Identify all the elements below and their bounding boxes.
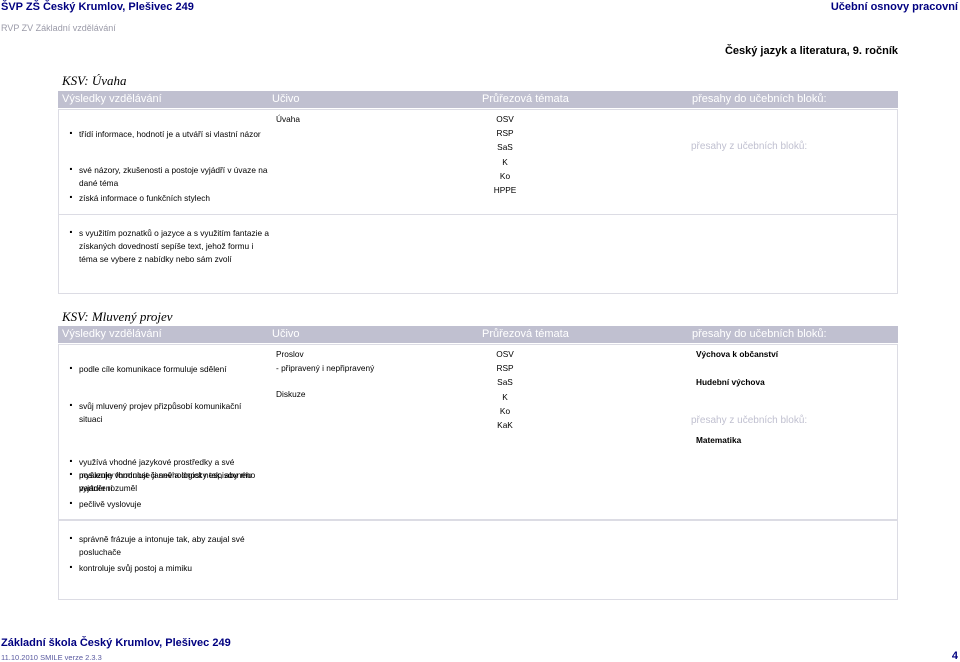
theme-item: Ko: [499, 171, 511, 181]
list-item: .s využitím poznatků o jazyce a s využit…: [69, 220, 269, 264]
col-prurezova: Průřezová témata: [482, 328, 569, 340]
col-prurezova: Průřezová témata: [482, 93, 569, 105]
list-item: . třídí informace, hodnotí je a utváří si…: [69, 121, 261, 139]
theme-item: SaS: [497, 142, 513, 152]
presahy-do-item: Hudební výchova: [696, 377, 765, 387]
col-ucivo: Učivo: [272, 93, 300, 105]
page-number: 4: [951, 650, 958, 662]
theme-item: HPPE: [493, 185, 517, 195]
col-presahy-do: přesahy do učebních bloků:: [692, 93, 827, 105]
section-title-mluveny-projev: KSV: Mluvený projev: [62, 309, 173, 324]
header-school-name: ŠVP ZŠ Český Krumlov, Plešivec 249: [1, 1, 194, 13]
theme-item: KaK: [497, 420, 513, 430]
theme-item: RSP: [496, 128, 514, 138]
col-vysledky: Výsledky vzdělávání: [62, 328, 162, 340]
theme-item: Ko: [499, 406, 511, 416]
footer-date-version: 11.10.2010 SMILE verze 2.3.3: [1, 653, 102, 662]
section2-extra-panel: . správně frázuje a intonuje tak, aby zau…: [58, 520, 898, 600]
theme-item: OSV: [496, 349, 514, 359]
theme-item: RSP: [496, 363, 514, 373]
column-header-bar: Výsledky vzdělávání Učivo Průřezová téma…: [58, 326, 898, 343]
section1-main-panel: . třídí informace, hodnotí je a utváří si…: [58, 109, 898, 215]
section1-extra-panel: .s využitím poznatků o jazyce a s využit…: [58, 214, 898, 294]
theme-item: SaS: [497, 377, 513, 387]
section-title-uvaha: KSV: Úvaha: [62, 73, 127, 88]
subject-title: Český jazyk a literatura, 9. ročník: [724, 45, 898, 57]
col-presahy-do: přesahy do učebních bloků:: [692, 328, 827, 340]
ucivo-item: Diskuze: [276, 389, 306, 399]
ucivo-item: Proslov: [276, 349, 304, 359]
list-item: . podle cíle komunikace formuluje sdělení: [69, 356, 227, 374]
list-item: . kontroluje svůj postoj a mimiku: [69, 555, 192, 573]
footer-school-name: Základní škola Český Krumlov, Plešivec 2…: [1, 637, 231, 649]
column-header-bar: Výsledky vzdělávání Učivo Průřezová téma…: [58, 91, 898, 108]
presahy-z-label: přesahy z učebních bloků:: [691, 415, 808, 426]
col-vysledky: Výsledky vzdělávání: [62, 93, 162, 105]
header-document-type: Učební osnovy pracovní: [830, 1, 958, 13]
list-item: . své názory, zkušenosti a postoje vyjádř…: [69, 157, 268, 188]
list-item: . získá informace o funkčních stylech: [69, 185, 210, 203]
list-item: . svůj mluvený projev přizpůsobí komunika…: [69, 393, 242, 424]
header-rvp: RVP ZV Základní vzdělávání: [1, 23, 116, 33]
list-item: . posuzuje vhodnost či nevhodnost nespiso…: [69, 462, 256, 493]
section2-main-panel: . podle cíle komunikace formuluje sdělení…: [58, 344, 898, 520]
ucivo-item: - připravený i nepřipravený: [276, 363, 375, 373]
theme-item: K: [502, 392, 508, 402]
presahy-z-label: přesahy z učebních bloků:: [691, 141, 808, 152]
col-ucivo: Učivo: [272, 328, 300, 340]
presahy-z-item: Matematika: [696, 435, 742, 445]
list-item: . správně frázuje a intonuje tak, aby zau…: [69, 526, 245, 557]
list-item: . pečlivě vyslovuje: [69, 491, 142, 509]
presahy-do-item: Výchova k občanství: [696, 349, 779, 359]
ucivo-item: Úvaha: [276, 114, 300, 124]
theme-item: OSV: [496, 114, 514, 124]
theme-item: K: [502, 157, 508, 167]
